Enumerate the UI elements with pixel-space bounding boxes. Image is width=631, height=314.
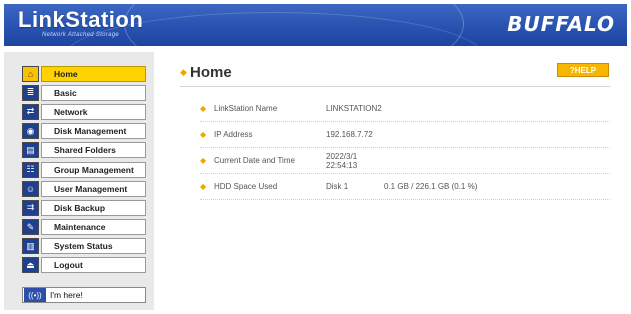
- sidebar-item-basic[interactable]: ≣ Basic: [22, 83, 146, 102]
- title-bullet-icon: ◆: [180, 67, 187, 77]
- info-value: Disk 1 0.1 GB / 226.1 GB (0.1 %): [326, 182, 610, 191]
- basic-icon: ≣: [22, 84, 39, 101]
- info-row: ◆ LinkStation Name LINKSTATION2: [200, 96, 610, 122]
- info-label: Current Date and Time: [214, 156, 295, 165]
- network-icon: ⇄: [22, 103, 39, 120]
- info-value-primary: 192.168.7.72: [326, 130, 373, 139]
- info-row: ◆ HDD Space Used Disk 1 0.1 GB / 226.1 GB (…: [200, 174, 610, 200]
- info-value: 192.168.7.72: [326, 130, 610, 139]
- disk-icon: ◉: [22, 123, 39, 140]
- sidebar-item-home[interactable]: ⌂ Home: [22, 64, 146, 83]
- info-label: LinkStation Name: [214, 104, 278, 113]
- info-row: ◆ IP Address 192.168.7.72: [200, 122, 610, 148]
- folder-icon: ▤: [22, 142, 39, 159]
- sidebar: ⌂ Home ≣ Basic ⇄ Network ◉ Disk Management ▤ Shar…: [4, 52, 154, 310]
- sidebar-item-label: Logout: [41, 257, 146, 274]
- user-icon: ☺: [22, 180, 39, 197]
- sidebar-item-maintenance[interactable]: ✎ Maintenance: [22, 218, 146, 237]
- group-icon: ☷: [22, 161, 39, 178]
- sidebar-item-label: User Management: [41, 180, 146, 197]
- home-icon: ⌂: [22, 65, 39, 82]
- row-bullet-icon: ◆: [200, 130, 207, 139]
- info-label: HDD Space Used: [214, 182, 278, 191]
- info-row: ◆ Current Date and Time 2022/3/1 22:54:13: [200, 148, 610, 174]
- info-value-primary: LINKSTATION2: [326, 104, 382, 113]
- info-value-primary: 2022/3/1 22:54:13: [326, 151, 358, 170]
- row-bullet-icon: ◆: [200, 182, 207, 191]
- info-value-secondary: 0.1 GB / 226.1 GB (0.1 %): [384, 182, 478, 191]
- sidebar-item-user-management[interactable]: ☺ User Management: [22, 179, 146, 198]
- info-value: LINKSTATION2: [326, 104, 610, 113]
- sidebar-item-label: Home: [41, 65, 146, 82]
- sidebar-item-shared-folders[interactable]: ▤ Shared Folders: [22, 141, 146, 160]
- row-bullet-icon: ◆: [200, 104, 207, 113]
- row-bullet-icon: ◆: [200, 156, 207, 165]
- logout-icon: ⏏: [22, 257, 39, 274]
- sidebar-item-label: System Status: [41, 238, 146, 255]
- info-value-primary: Disk 1: [326, 182, 349, 191]
- sidebar-item-network[interactable]: ⇄ Network: [22, 102, 146, 121]
- app-header: LinkStation Network Attached Storage BUF…: [4, 4, 627, 46]
- signal-icon: ((•)): [24, 288, 46, 302]
- sidebar-item-label: Shared Folders: [41, 142, 146, 159]
- maintenance-icon: ✎: [22, 219, 39, 236]
- sidebar-item-group-management[interactable]: ☷ Group Management: [22, 160, 146, 179]
- sidebar-item-logout[interactable]: ⏏ Logout: [22, 256, 146, 275]
- sidebar-item-label: Group Management: [41, 161, 146, 178]
- info-label: IP Address: [214, 130, 253, 139]
- title-divider: [180, 86, 610, 87]
- sidebar-item-label: Network: [41, 103, 146, 120]
- page-heading: ◆ Home: [180, 64, 232, 81]
- sidebar-menu: ⌂ Home ≣ Basic ⇄ Network ◉ Disk Management ▤ Shar…: [22, 64, 146, 275]
- sidebar-item-system-status[interactable]: ▥ System Status: [22, 237, 146, 256]
- info-table: ◆ LinkStation Name LINKSTATION2 ◆ IP Address…: [200, 96, 610, 200]
- buffalo-logo: BUFFALO: [507, 12, 615, 36]
- linkstation-logo: LinkStation: [18, 7, 144, 32]
- sidebar-item-label: Maintenance: [41, 219, 146, 236]
- page-title: Home: [190, 64, 232, 81]
- logo-subtitle: Network Attached Storage: [42, 32, 120, 38]
- sidebar-item-label: Basic: [41, 84, 146, 101]
- backup-icon: ⇉: [22, 199, 39, 216]
- im-here-button[interactable]: ((•)) I'm here!: [22, 287, 146, 303]
- main-content: ◆ Home ?HELP ◆ LinkStation Name LINKSTATIO…: [170, 52, 625, 310]
- sidebar-item-label: Disk Backup: [41, 199, 146, 216]
- im-here-label: I'm here!: [50, 290, 83, 300]
- sidebar-item-label: Disk Management: [41, 123, 146, 140]
- info-value: 2022/3/1 22:54:13: [326, 152, 610, 170]
- help-button[interactable]: ?HELP: [557, 63, 609, 77]
- sidebar-item-disk-backup[interactable]: ⇉ Disk Backup: [22, 198, 146, 217]
- status-icon: ▥: [22, 238, 39, 255]
- sidebar-item-disk-management[interactable]: ◉ Disk Management: [22, 122, 146, 141]
